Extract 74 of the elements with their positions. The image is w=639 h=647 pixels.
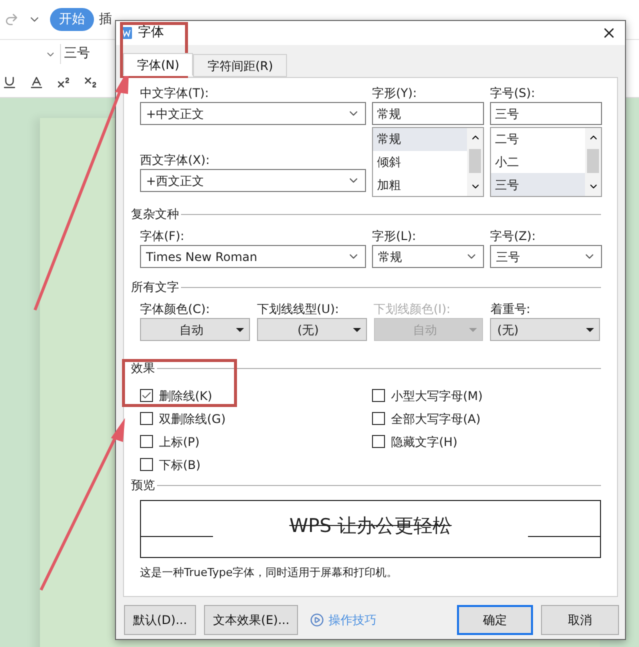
underline-icon[interactable] [2, 74, 17, 90]
ok-button[interactable]: 确定 [457, 605, 533, 635]
checkbox-label: 下标(B) [159, 456, 201, 474]
checkbox[interactable] [140, 389, 153, 402]
scrollbar[interactable] [585, 128, 601, 196]
subscript-icon[interactable] [83, 74, 98, 90]
field-label: 下划线颜色(I): [374, 301, 452, 318]
cancel-button[interactable]: 取消 [541, 605, 619, 635]
option-list[interactable]: 常规 倾斜 加粗 [372, 127, 484, 197]
check-icon [141, 390, 152, 401]
dropdown-button[interactable]: (无) [256, 318, 366, 341]
checkbox-label: 上标(P) [159, 434, 200, 450]
field-label: 字形(L): [372, 228, 418, 245]
highlight-frame [120, 22, 188, 78]
checkbox-label: 删除线(K) [159, 388, 212, 404]
font-description: 这是一种TrueType字体，同时适用于屏幕和打印机。 [140, 565, 399, 581]
dropdown-value: (无) [497, 322, 520, 338]
size-field[interactable]: 三号 [490, 102, 602, 125]
tab[interactable]: 字体(N) [123, 53, 194, 76]
field-label: 字形(Y): [372, 85, 418, 102]
dropdown[interactable]: 三号 [490, 245, 602, 268]
dropdown-button[interactable]: (无) [490, 318, 600, 341]
field-label: 西文字体(X): [140, 152, 211, 169]
field-label: 字体颜色(C): [140, 301, 211, 318]
dropdown-value: 自动 [178, 322, 204, 338]
window-title: 字体 [138, 24, 164, 42]
dropdown-button[interactable]: 自动 [140, 318, 250, 341]
caret-icon [586, 328, 594, 332]
list-option[interactable]: 常规 [373, 128, 467, 151]
section-title: 复杂文种 [131, 206, 179, 223]
caret-icon [236, 328, 244, 332]
list-option[interactable]: 加粗 [373, 173, 467, 196]
field-label: 字体(F): [140, 228, 186, 245]
play-icon [310, 613, 324, 627]
checkbox[interactable] [140, 458, 153, 471]
font-dropdown[interactable]: +中文正文 [140, 102, 366, 125]
list-option[interactable]: 小二 [491, 150, 585, 174]
caret-icon [352, 328, 360, 332]
superscript-icon[interactable] [56, 74, 71, 90]
list-option[interactable]: 倾斜 [373, 150, 467, 174]
checkbox-label: 双删除线(G) [159, 410, 226, 428]
checkbox[interactable] [140, 435, 153, 448]
font-color-icon[interactable] [29, 74, 44, 90]
field-label: 字号(Z): [490, 228, 537, 245]
section-title: 预览 [131, 477, 155, 494]
style-field[interactable]: 常规 [372, 102, 484, 125]
preview-text: WPS 让办公更轻松 [289, 514, 452, 539]
scrollbar[interactable] [467, 128, 483, 196]
option-list[interactable]: 二号 小二 三号 [490, 127, 602, 197]
tab[interactable]: 字符间距(R) [193, 54, 288, 77]
checkbox[interactable] [140, 412, 153, 425]
font-dropdown[interactable]: +西文正文 [140, 169, 366, 192]
section-title: 效果 [131, 360, 155, 377]
dialog-button[interactable]: 默认(D)... [124, 605, 196, 635]
checkbox-label: 小型大写字母(M) [391, 388, 483, 404]
checkbox[interactable] [372, 389, 385, 402]
section-title: 所有文字 [131, 279, 179, 296]
checkbox-label: 全部大写字母(A) [391, 410, 481, 428]
checkbox[interactable] [372, 435, 385, 448]
list-option[interactable]: 二号 [491, 128, 585, 151]
field-label: 中文字体(T): [140, 85, 210, 102]
checkbox-label: 隐藏文字(H) [391, 434, 458, 450]
dialog-button[interactable]: 文本效果(E)... [204, 605, 298, 635]
list-option[interactable]: 三号 [491, 173, 585, 196]
font-size-field[interactable]: 三号 [60, 44, 90, 64]
dropdown-value: (无) [296, 322, 320, 338]
field-label: 着重号: [490, 301, 532, 318]
dropdown[interactable]: 常规 [372, 245, 484, 268]
field-label: 字号(S): [490, 85, 536, 102]
field-label: 下划线线型(U): [256, 301, 340, 318]
ribbon-tab[interactable]: 插 [99, 10, 112, 30]
caret-icon [469, 328, 478, 332]
checkbox[interactable] [372, 412, 385, 425]
dropdown[interactable]: Times New Roman [140, 245, 366, 268]
